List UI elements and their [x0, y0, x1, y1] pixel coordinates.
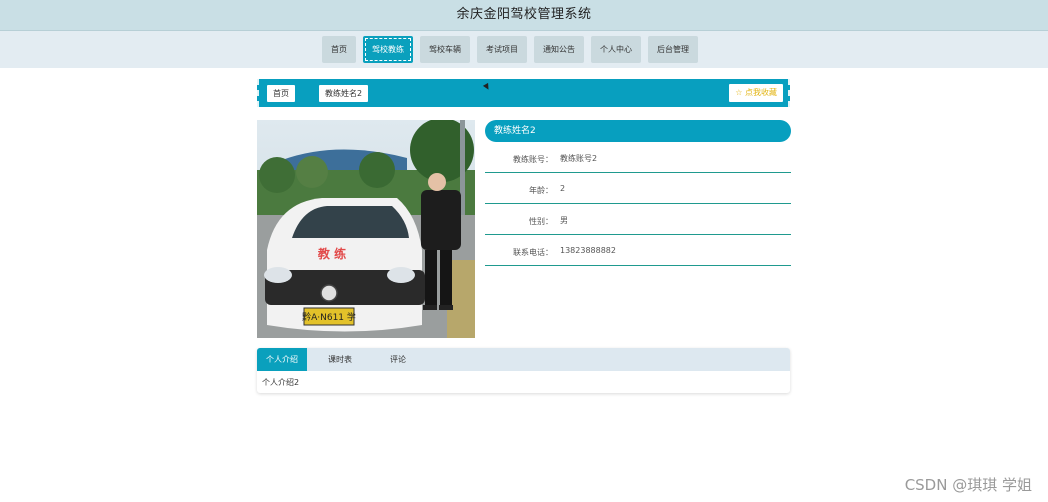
- info-label: 性别：: [529, 217, 553, 226]
- info-label: 联系电话：: [513, 248, 553, 257]
- tab-content: 个人介绍2: [262, 378, 300, 387]
- nav-item-exams[interactable]: 考试项目: [477, 36, 527, 63]
- coach-photo-image: 黔A·N611 学 教 练: [257, 120, 475, 338]
- info-label: 教练账号：: [513, 155, 553, 164]
- info-value: 2: [560, 184, 566, 193]
- car-brand-text: 教 练: [317, 246, 346, 261]
- info-row-phone: 联系电话： 13823888882: [485, 235, 791, 266]
- app-title: 余庆金阳驾校管理系统: [456, 7, 592, 22]
- plate-text: 黔A·N611 学: [302, 311, 356, 323]
- info-value: 教练账号2: [560, 154, 598, 163]
- tab-introduction[interactable]: 个人介绍: [257, 348, 307, 371]
- nav-item-home[interactable]: 首页: [322, 36, 356, 63]
- tab-strip: 个人介绍 课时表 评论: [257, 348, 790, 371]
- info-value: 13823888882: [560, 246, 616, 255]
- info-row-gender: 性别： 男: [485, 204, 791, 235]
- tab-schedule[interactable]: 课时表: [315, 348, 365, 371]
- info-row-account: 教练账号： 教练账号2: [485, 142, 791, 173]
- info-value: 男: [560, 216, 568, 225]
- nav-item-vehicles[interactable]: 驾校车辆: [420, 36, 470, 63]
- tabs-panel: 个人介绍 课时表 评论 个人介绍2: [257, 348, 790, 393]
- breadcrumb: 首页 教练姓名2 ☆ 点我收藏: [257, 79, 790, 107]
- nav-item-personal-center[interactable]: 个人中心: [591, 36, 641, 63]
- coach-photo: 黔A·N611 学 教 练: [257, 120, 475, 338]
- nav-list: 首页 驾校教练 驾校车辆 考试项目 通知公告 个人中心 后台管理: [322, 36, 698, 63]
- breadcrumb-home[interactable]: 首页: [267, 85, 295, 102]
- favorite-button[interactable]: ☆ 点我收藏: [729, 84, 783, 102]
- watermark: CSDN @琪琪 学姐: [904, 476, 1032, 494]
- breadcrumb-current: 教练姓名2: [319, 85, 369, 102]
- nav-bar: 首页 驾校教练 驾校车辆 考试项目 通知公告 个人中心 后台管理: [0, 31, 1048, 68]
- title-bar: 余庆金阳驾校管理系统: [0, 0, 1048, 31]
- coach-name-heading: 教练姓名2: [485, 120, 791, 142]
- nav-item-coaches[interactable]: 驾校教练: [363, 36, 413, 63]
- info-row-age: 年龄： 2: [485, 173, 791, 204]
- nav-item-admin[interactable]: 后台管理: [648, 36, 698, 63]
- info-label: 年龄：: [529, 186, 553, 195]
- nav-item-notices[interactable]: 通知公告: [534, 36, 584, 63]
- tab-comments[interactable]: 评论: [373, 348, 423, 371]
